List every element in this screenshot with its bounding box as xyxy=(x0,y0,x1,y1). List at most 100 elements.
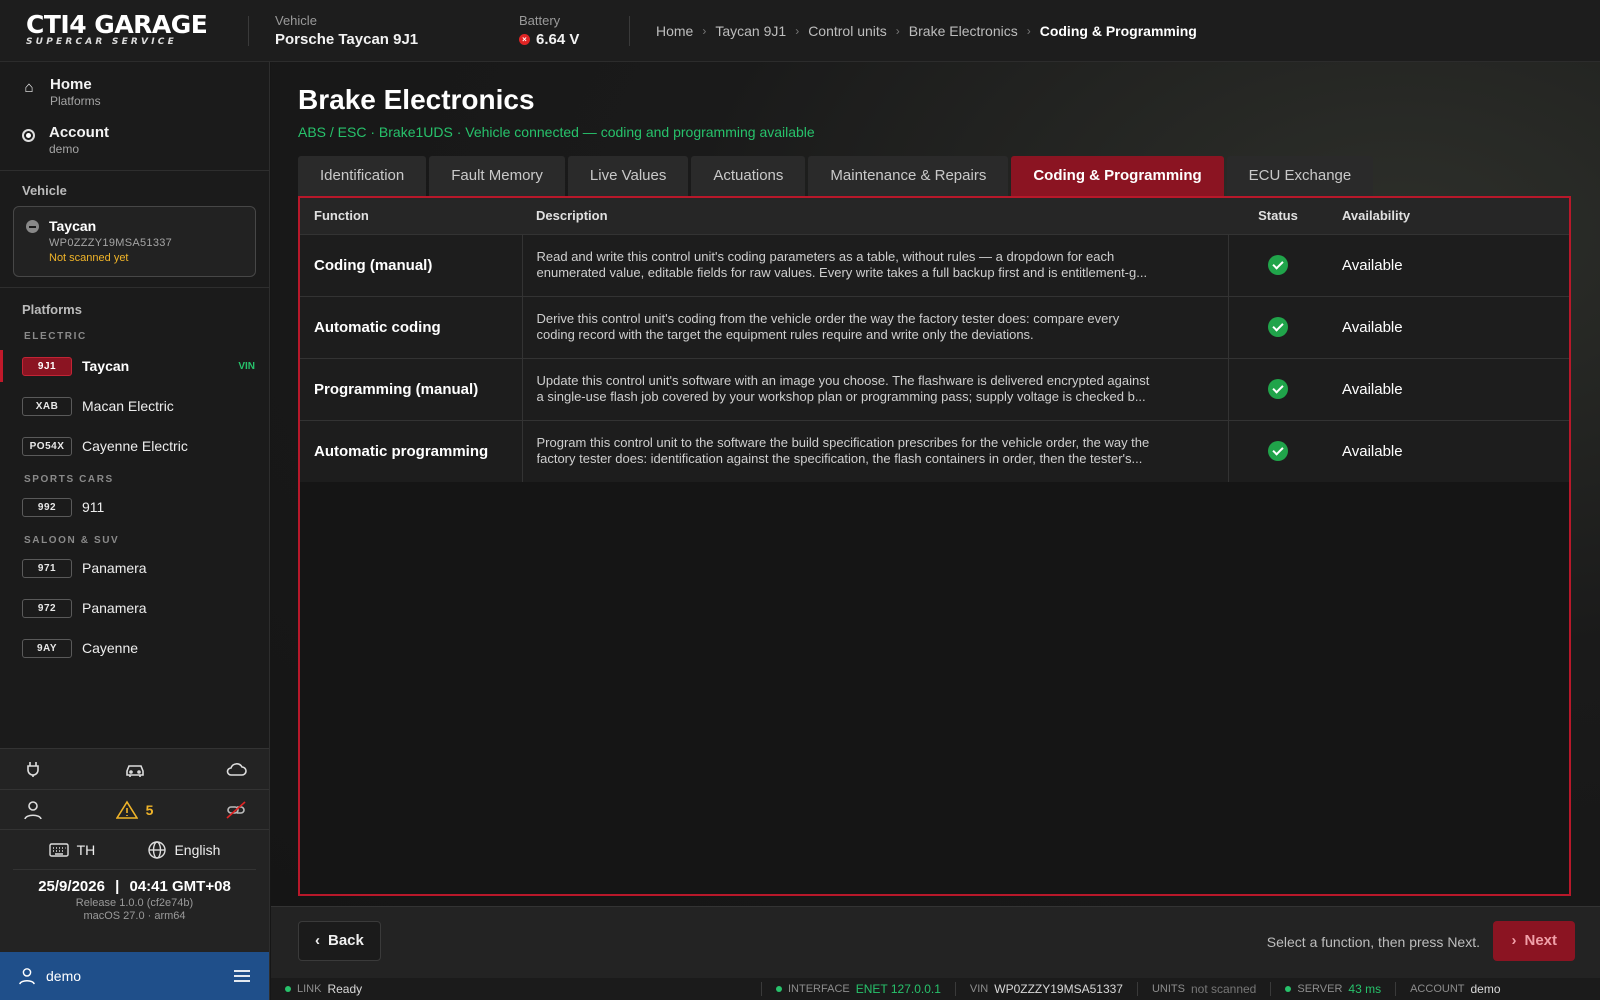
status-server: SERVER 43 ms xyxy=(1270,982,1395,996)
check-circle-icon xyxy=(1268,255,1289,275)
breadcrumb-platform[interactable]: Taycan 9J1 xyxy=(715,23,786,39)
user-icon[interactable] xyxy=(22,799,44,821)
tab-fault-memory[interactable]: Fault Memory xyxy=(429,156,565,196)
breadcrumb-ecu[interactable]: Brake Electronics xyxy=(909,23,1018,39)
next-button[interactable]: › Next xyxy=(1493,921,1575,961)
availability: Available xyxy=(1328,357,1569,420)
chevron-right-icon: › xyxy=(1026,23,1031,38)
platform-item-911[interactable]: 992 911 xyxy=(0,487,269,527)
breadcrumb-home[interactable]: Home xyxy=(656,23,693,39)
group-label-electric: ELECTRIC xyxy=(24,331,87,342)
status-value: 43 ms xyxy=(1348,982,1382,996)
vehicle-info: Vehicle Porsche Taycan 9J1 xyxy=(249,13,519,48)
user-bar[interactable]: demo xyxy=(0,952,269,1000)
functions-table: Function Description Status Availability… xyxy=(298,196,1571,896)
table-row[interactable]: Automatic programming Program this contr… xyxy=(300,419,1569,482)
function-name: Coding (manual) xyxy=(300,233,523,296)
platform-item-cayenne[interactable]: 9AY Cayenne xyxy=(0,628,269,668)
sidebar-item-account[interactable]: Account demo xyxy=(0,116,269,164)
user-icon xyxy=(19,968,35,985)
status-dot-icon xyxy=(285,986,291,992)
logo-main-text: CTI4 GARAGE xyxy=(26,10,208,39)
cloud-icon[interactable] xyxy=(225,758,247,780)
check-circle-icon xyxy=(1268,441,1289,462)
battery-error-icon: × xyxy=(519,34,530,45)
plug-icon[interactable] xyxy=(22,758,44,780)
tab-identification[interactable]: Identification xyxy=(298,156,427,196)
tab-ecu-exchange[interactable]: ECU Exchange xyxy=(1226,156,1374,196)
tab-actuations[interactable]: Actuations xyxy=(691,156,806,196)
divider xyxy=(0,170,269,171)
status-value: demo xyxy=(1470,982,1501,996)
platform-item-cayenne-electric[interactable]: PO54X Cayenne Electric xyxy=(0,426,269,466)
status-link: LINK Ready xyxy=(271,982,761,996)
sidebar-item-home[interactable]: ⌂ Home Platforms xyxy=(0,68,269,116)
status-value: Ready xyxy=(327,982,363,996)
group-label-sports-cars: SPORTS CARS xyxy=(24,474,114,485)
group-label-saloon-suv: SALOON & SUV xyxy=(24,535,120,546)
table-row[interactable]: Automatic coding Derive this control uni… xyxy=(300,295,1569,358)
chevron-right-icon: › xyxy=(702,23,707,38)
status-label: UNITS xyxy=(1151,983,1185,995)
platform-item-macan-electric[interactable]: XAB Macan Electric xyxy=(0,386,269,426)
platforms-section-title: Platforms xyxy=(22,302,82,317)
chevron-right-icon: › xyxy=(895,23,900,38)
nav-sub: demo xyxy=(49,142,80,156)
platform-item-taycan[interactable]: 9J1 Taycan VIN xyxy=(0,346,269,386)
platform-name: Taycan xyxy=(82,358,130,374)
tab-coding-programming[interactable]: Coding & Programming xyxy=(1011,156,1224,196)
table-row[interactable]: Coding (manual) Read and write this cont… xyxy=(300,233,1569,296)
car-icon[interactable] xyxy=(124,758,146,780)
column-header-availability: Availability xyxy=(1328,198,1569,234)
warnings-indicator[interactable]: 5 xyxy=(115,799,153,820)
platform-name: Cayenne Electric xyxy=(82,438,188,454)
table-row[interactable]: Programming (manual) Update this control… xyxy=(300,357,1569,420)
function-description: Program this control unit to the softwar… xyxy=(522,419,1229,482)
tab-maintenance-repairs[interactable]: Maintenance & Repairs xyxy=(808,156,1009,196)
status-value: not scanned xyxy=(1190,982,1257,996)
column-header-description: Description xyxy=(522,198,1228,234)
warning-icon xyxy=(115,799,138,819)
status-label: INTERFACE xyxy=(788,983,850,995)
page-title: Brake Electronics xyxy=(298,84,535,115)
vin-badge: VIN xyxy=(238,360,255,372)
connection-icons-row xyxy=(0,749,269,789)
platform-item-panamera-972[interactable]: 972 Panamera xyxy=(0,588,269,628)
function-description: Update this control unit's software with… xyxy=(522,357,1229,420)
platform-code: XAB xyxy=(22,396,72,416)
radio-icon xyxy=(22,129,35,142)
globe-icon xyxy=(148,840,167,859)
nav-title: Account xyxy=(49,124,109,141)
vehicle-card-title: Taycan xyxy=(49,218,97,234)
availability: Available xyxy=(1328,233,1569,296)
status-dot-icon xyxy=(776,986,782,992)
locale-row: TH English xyxy=(0,829,269,869)
language-selector[interactable]: English xyxy=(148,840,220,859)
tab-live-values[interactable]: Live Values xyxy=(567,156,689,196)
vehicle-label: Vehicle xyxy=(275,13,317,28)
back-button-label: Back xyxy=(328,932,364,949)
status-units: UNITS not scanned xyxy=(1136,982,1270,996)
platform-code: 9J1 xyxy=(22,356,72,376)
function-description: Derive this control unit's coding from t… xyxy=(522,295,1229,358)
function-description: Read and write this control unit's codin… xyxy=(522,233,1229,296)
back-button[interactable]: ‹ Back xyxy=(298,921,381,961)
vehicle-card-status: Not scanned yet xyxy=(49,252,129,264)
platform-item-panamera-971[interactable]: 971 Panamera xyxy=(0,548,269,588)
keyboard-layout-selector[interactable]: TH xyxy=(48,842,95,858)
status-vin: VIN WP0ZZZY19MSA51337 xyxy=(954,982,1137,996)
menu-icon[interactable] xyxy=(233,969,251,983)
status-value: WP0ZZZY19MSA51337 xyxy=(994,982,1123,996)
platform-code: 972 xyxy=(22,598,72,618)
action-hint: Select a function, then press Next. xyxy=(1266,934,1480,950)
check-circle-icon xyxy=(1268,379,1289,399)
vehicle-card[interactable]: Taycan WP0ZZZY19MSA51337 Not scanned yet xyxy=(13,206,256,277)
platform-name: 911 xyxy=(82,499,105,515)
breadcrumb-control-units[interactable]: Control units xyxy=(808,23,887,39)
chevron-right-icon: › xyxy=(795,23,800,38)
keyboard-icon xyxy=(48,842,69,857)
app-logo[interactable]: CTI4 GARAGE SUPERCAR SERVICE xyxy=(0,10,248,48)
function-name: Automatic coding xyxy=(300,295,523,358)
link-disconnected-icon[interactable] xyxy=(225,799,247,821)
battery-label: Battery xyxy=(519,13,561,28)
